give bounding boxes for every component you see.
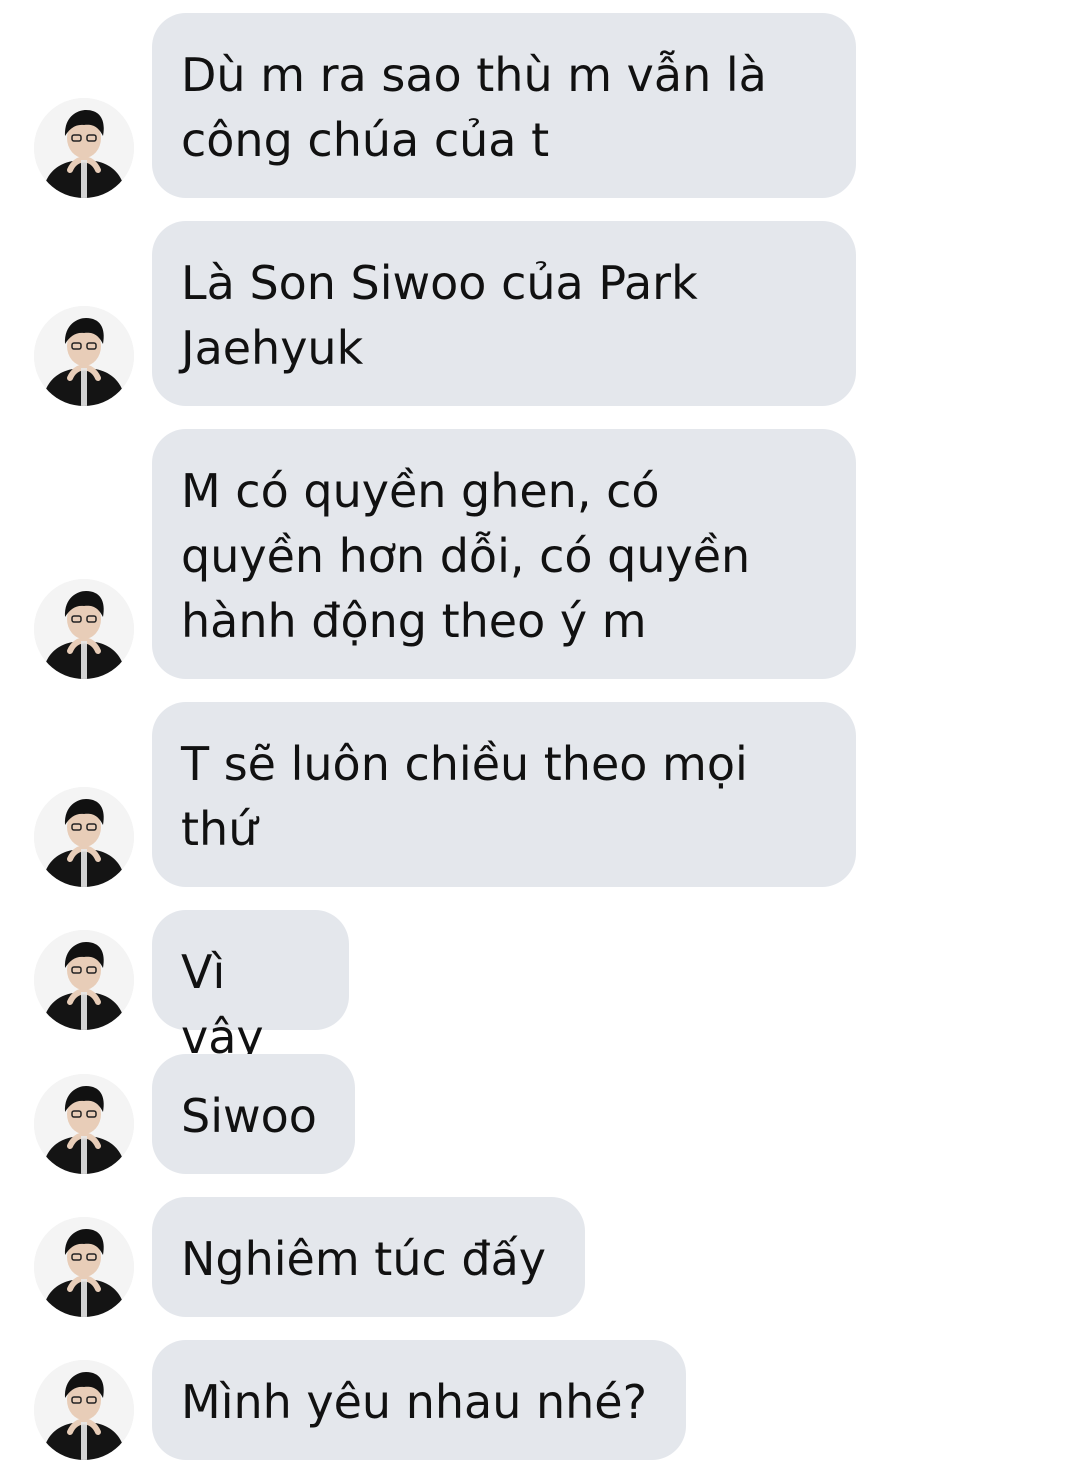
contact-avatar-icon[interactable] [34, 306, 134, 406]
contact-avatar-icon[interactable] [34, 579, 134, 679]
message-bubble[interactable]: Mình yêu nhau nhé? [152, 1340, 686, 1460]
message-row: M có quyền ghen, có quyền hơn dỗi, có qu… [0, 429, 1080, 679]
message-row: Nghiêm túc đấy [0, 1197, 1080, 1317]
message-row: Là Son Siwoo của Park Jaehyuk [0, 221, 1080, 406]
message-bubble[interactable]: Vì vậy [152, 910, 349, 1064]
message-row: T sẽ luôn chiều theo mọi thứ [0, 702, 1080, 887]
message-bubble[interactable]: Siwoo [152, 1054, 355, 1174]
contact-avatar-icon[interactable] [34, 98, 134, 198]
contact-avatar-icon[interactable] [34, 787, 134, 887]
message-bubble[interactable]: Là Son Siwoo của Park Jaehyuk [152, 221, 856, 406]
contact-avatar-icon[interactable] [34, 1217, 134, 1317]
contact-avatar-icon[interactable] [34, 1074, 134, 1174]
message-bubble[interactable]: Dù m ra sao thù m vẫn là công chúa của t [152, 13, 856, 198]
message-row: Siwoo [0, 1054, 1080, 1174]
chat-screen: { "conversation": { "messages": [ {"text… [0, 0, 1080, 1475]
contact-avatar-icon[interactable] [34, 930, 134, 1030]
contact-avatar-icon[interactable] [34, 1360, 134, 1460]
message-row: Dù m ra sao thù m vẫn là công chúa của t [0, 13, 1080, 198]
message-row: Vì vậy [0, 910, 1080, 1064]
message-bubble[interactable]: T sẽ luôn chiều theo mọi thứ [152, 702, 856, 887]
message-bubble[interactable]: Nghiêm túc đấy [152, 1197, 585, 1317]
message-bubble[interactable]: M có quyền ghen, có quyền hơn dỗi, có qu… [152, 429, 856, 679]
message-row: Mình yêu nhau nhé? [0, 1340, 1080, 1460]
